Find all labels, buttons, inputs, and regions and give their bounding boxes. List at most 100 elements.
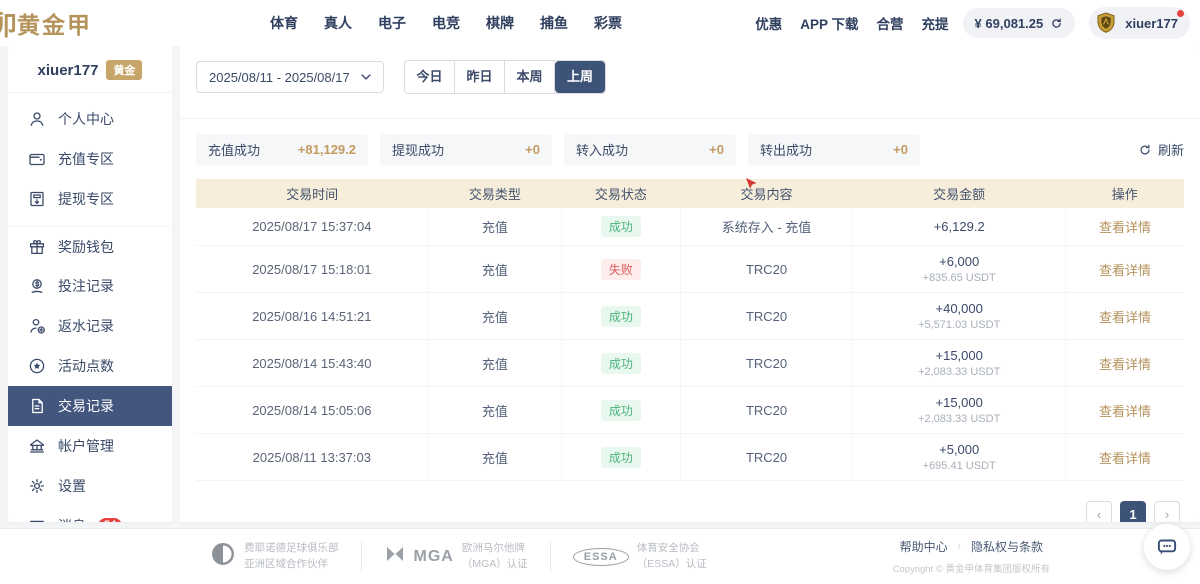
- nav-item-7[interactable]: 彩票: [594, 13, 622, 33]
- sidebar-username: xiuer177: [38, 62, 99, 79]
- top-link-1[interactable]: 优惠: [755, 13, 782, 33]
- view-details-link[interactable]: 查看详情: [1099, 220, 1151, 235]
- view-details-link[interactable]: 查看详情: [1099, 404, 1151, 419]
- document-icon: [28, 397, 46, 415]
- amount-main: +15,000: [857, 395, 1060, 410]
- sidebar-item-label: 返水记录: [58, 316, 114, 336]
- view-details-link[interactable]: 查看详情: [1099, 263, 1151, 278]
- page-1-button[interactable]: 1: [1120, 501, 1146, 522]
- tab-period-4[interactable]: 上周: [555, 61, 605, 93]
- stat-label: 充值成功: [208, 140, 260, 159]
- wallet-icon: [28, 150, 46, 168]
- cell-time: 2025/08/11 13:37:03: [196, 434, 428, 481]
- footer-link-1[interactable]: 帮助中心: [900, 538, 948, 555]
- topbar: 卯 黄金甲 体育 真人 电子 电竞 棋牌 捕鱼 彩票 优惠 APP 下载合营充提 ¥ 69,0…: [0, 0, 1200, 46]
- nav-item-1[interactable]: 体育: [270, 13, 298, 33]
- stat-pill-3: 转入成功+0: [564, 134, 736, 165]
- sidebar-item-label: 消息: [58, 516, 86, 522]
- sidebar-item-deposit-zone[interactable]: 充值专区: [8, 139, 172, 179]
- nav-item-4[interactable]: 电竞: [432, 13, 460, 33]
- column-header-5: 交易金额: [853, 179, 1065, 208]
- cell-type: 充值: [428, 387, 561, 434]
- cert-line2: （ESSA）认证: [637, 557, 707, 573]
- sidebar-item-settings[interactable]: 设置: [8, 466, 172, 506]
- nav-item-2[interactable]: 真人: [324, 13, 352, 33]
- stat-value: +0: [709, 142, 724, 157]
- prev-page-button[interactable]: ‹: [1086, 501, 1112, 522]
- nav-item-6[interactable]: 捕鱼: [540, 13, 568, 33]
- refresh-balance-icon[interactable]: [1050, 17, 1063, 30]
- footer-links: 帮助中心›隐私权与条款: [893, 538, 1050, 555]
- status-badge: 失败: [601, 259, 641, 280]
- tab-period-3[interactable]: 本周: [505, 61, 555, 93]
- cell-amount: +5,000+695.41 USDT: [853, 434, 1065, 481]
- cert-mga: MGA欧洲马尔他牌（MGA）认证: [384, 541, 528, 573]
- nav-item-3[interactable]: 电子: [378, 13, 406, 33]
- top-link-4[interactable]: 充提: [922, 13, 949, 33]
- cert-line2: （MGA）认证: [462, 557, 528, 573]
- sidebar-item-bet-records[interactable]: 投注记录: [8, 266, 172, 306]
- cert-description: 体育安全协会（ESSA）认证: [637, 541, 707, 573]
- top-link-2[interactable]: APP 下载: [800, 13, 858, 33]
- footer-link-2[interactable]: 隐私权与条款: [971, 538, 1043, 555]
- sidebar-item-account-management[interactable]: 帐户管理: [8, 426, 172, 466]
- amount-main: +40,000: [857, 301, 1060, 316]
- sidebar-item-transaction-records[interactable]: 交易记录: [8, 386, 172, 426]
- sidebar-item-messages[interactable]: 消息54: [8, 506, 172, 522]
- table-row: 2025/08/17 15:18:01充值失败TRC20+6,000+835.6…: [196, 246, 1184, 293]
- cell-status: 成功: [562, 340, 681, 387]
- main-panel: 2025/08/11 - 2025/08/17 今日昨日本周上周 充值成功+81…: [180, 46, 1200, 522]
- sidebar-item-activity-points[interactable]: 活动点数: [8, 346, 172, 386]
- topbar-username: xiuer177: [1125, 16, 1178, 31]
- cell-amount: +15,000+2,083.33 USDT: [853, 340, 1065, 387]
- filter-row: 2025/08/11 - 2025/08/17 今日昨日本周上周: [196, 60, 1184, 94]
- amount-main: +5,000: [857, 442, 1060, 457]
- sidebar-item-label: 充值专区: [58, 149, 114, 169]
- brand-logo[interactable]: 卯 黄金甲: [0, 4, 170, 43]
- cell-action: 查看详情: [1065, 293, 1184, 340]
- chevron-down-icon: [359, 70, 373, 84]
- sidebar-item-reward-wallet[interactable]: 奖励钱包: [8, 226, 172, 266]
- sidebar-item-label: 提现专区: [58, 189, 114, 209]
- gear-icon: [28, 477, 46, 495]
- cell-action: 查看详情: [1065, 246, 1184, 293]
- table-row: 2025/08/16 14:51:21充值成功TRC20+40,000+5,57…: [196, 293, 1184, 340]
- stat-value: +81,129.2: [298, 142, 356, 157]
- cell-type: 充值: [428, 208, 561, 246]
- sidebar-item-withdraw-zone[interactable]: 提现专区: [8, 179, 172, 219]
- stat-pill-4: 转出成功+0: [748, 134, 920, 165]
- summary-stats: 充值成功+81,129.2提现成功+0转入成功+0转出成功+0: [196, 134, 920, 165]
- wallet-balance[interactable]: ¥ 69,081.25: [963, 8, 1076, 38]
- table-body: 2025/08/17 15:37:04充值成功系统存入 - 充值+6,129.2…: [196, 208, 1184, 481]
- view-details-link[interactable]: 查看详情: [1099, 451, 1151, 466]
- cert-description: 费耶诺德足球俱乐部亚洲区域合作伙伴: [244, 541, 339, 573]
- date-range-picker[interactable]: 2025/08/11 - 2025/08/17: [196, 61, 384, 93]
- top-links: 优惠 APP 下载合营充提: [755, 13, 948, 33]
- cell-amount: +6,000+835.65 USDT: [853, 246, 1065, 293]
- nav-item-5[interactable]: 棋牌: [486, 13, 514, 33]
- sidebar-item-personal-center[interactable]: 个人中心: [8, 99, 172, 139]
- pagination: ‹ 1 ›: [200, 501, 1180, 522]
- top-link-3[interactable]: 合营: [877, 13, 904, 33]
- cell-content: TRC20: [680, 434, 853, 481]
- sidebar-item-rebate-records[interactable]: 返水记录: [8, 306, 172, 346]
- user-menu[interactable]: xiuer177: [1089, 7, 1190, 39]
- cell-type: 充值: [428, 434, 561, 481]
- live-chat-button[interactable]: [1144, 524, 1190, 570]
- tab-period-1[interactable]: 今日: [405, 61, 455, 93]
- cell-content: TRC20: [680, 293, 853, 340]
- table-row: 2025/08/11 13:37:03充值成功TRC20+5,000+695.4…: [196, 434, 1184, 481]
- sidebar-item-label: 个人中心: [58, 109, 114, 129]
- refresh-button[interactable]: 刷新: [1138, 140, 1184, 159]
- next-page-button[interactable]: ›: [1154, 501, 1180, 522]
- view-details-link[interactable]: 查看详情: [1099, 310, 1151, 325]
- cell-amount: +6,129.2: [853, 208, 1065, 246]
- period-tabs: 今日昨日本周上周: [404, 60, 606, 94]
- copyright: Copyright © 黄金甲体育集团版权所有: [893, 561, 1050, 575]
- status-badge: 成功: [601, 400, 641, 421]
- tab-period-2[interactable]: 昨日: [455, 61, 505, 93]
- cell-action: 查看详情: [1065, 208, 1184, 246]
- view-details-link[interactable]: 查看详情: [1099, 357, 1151, 372]
- screen: 卯 黄金甲 体育 真人 电子 电竞 棋牌 捕鱼 彩票 优惠 APP 下载合营充提 ¥ 69,0…: [0, 0, 1200, 584]
- table-row: 2025/08/17 15:37:04充值成功系统存入 - 充值+6,129.2…: [196, 208, 1184, 246]
